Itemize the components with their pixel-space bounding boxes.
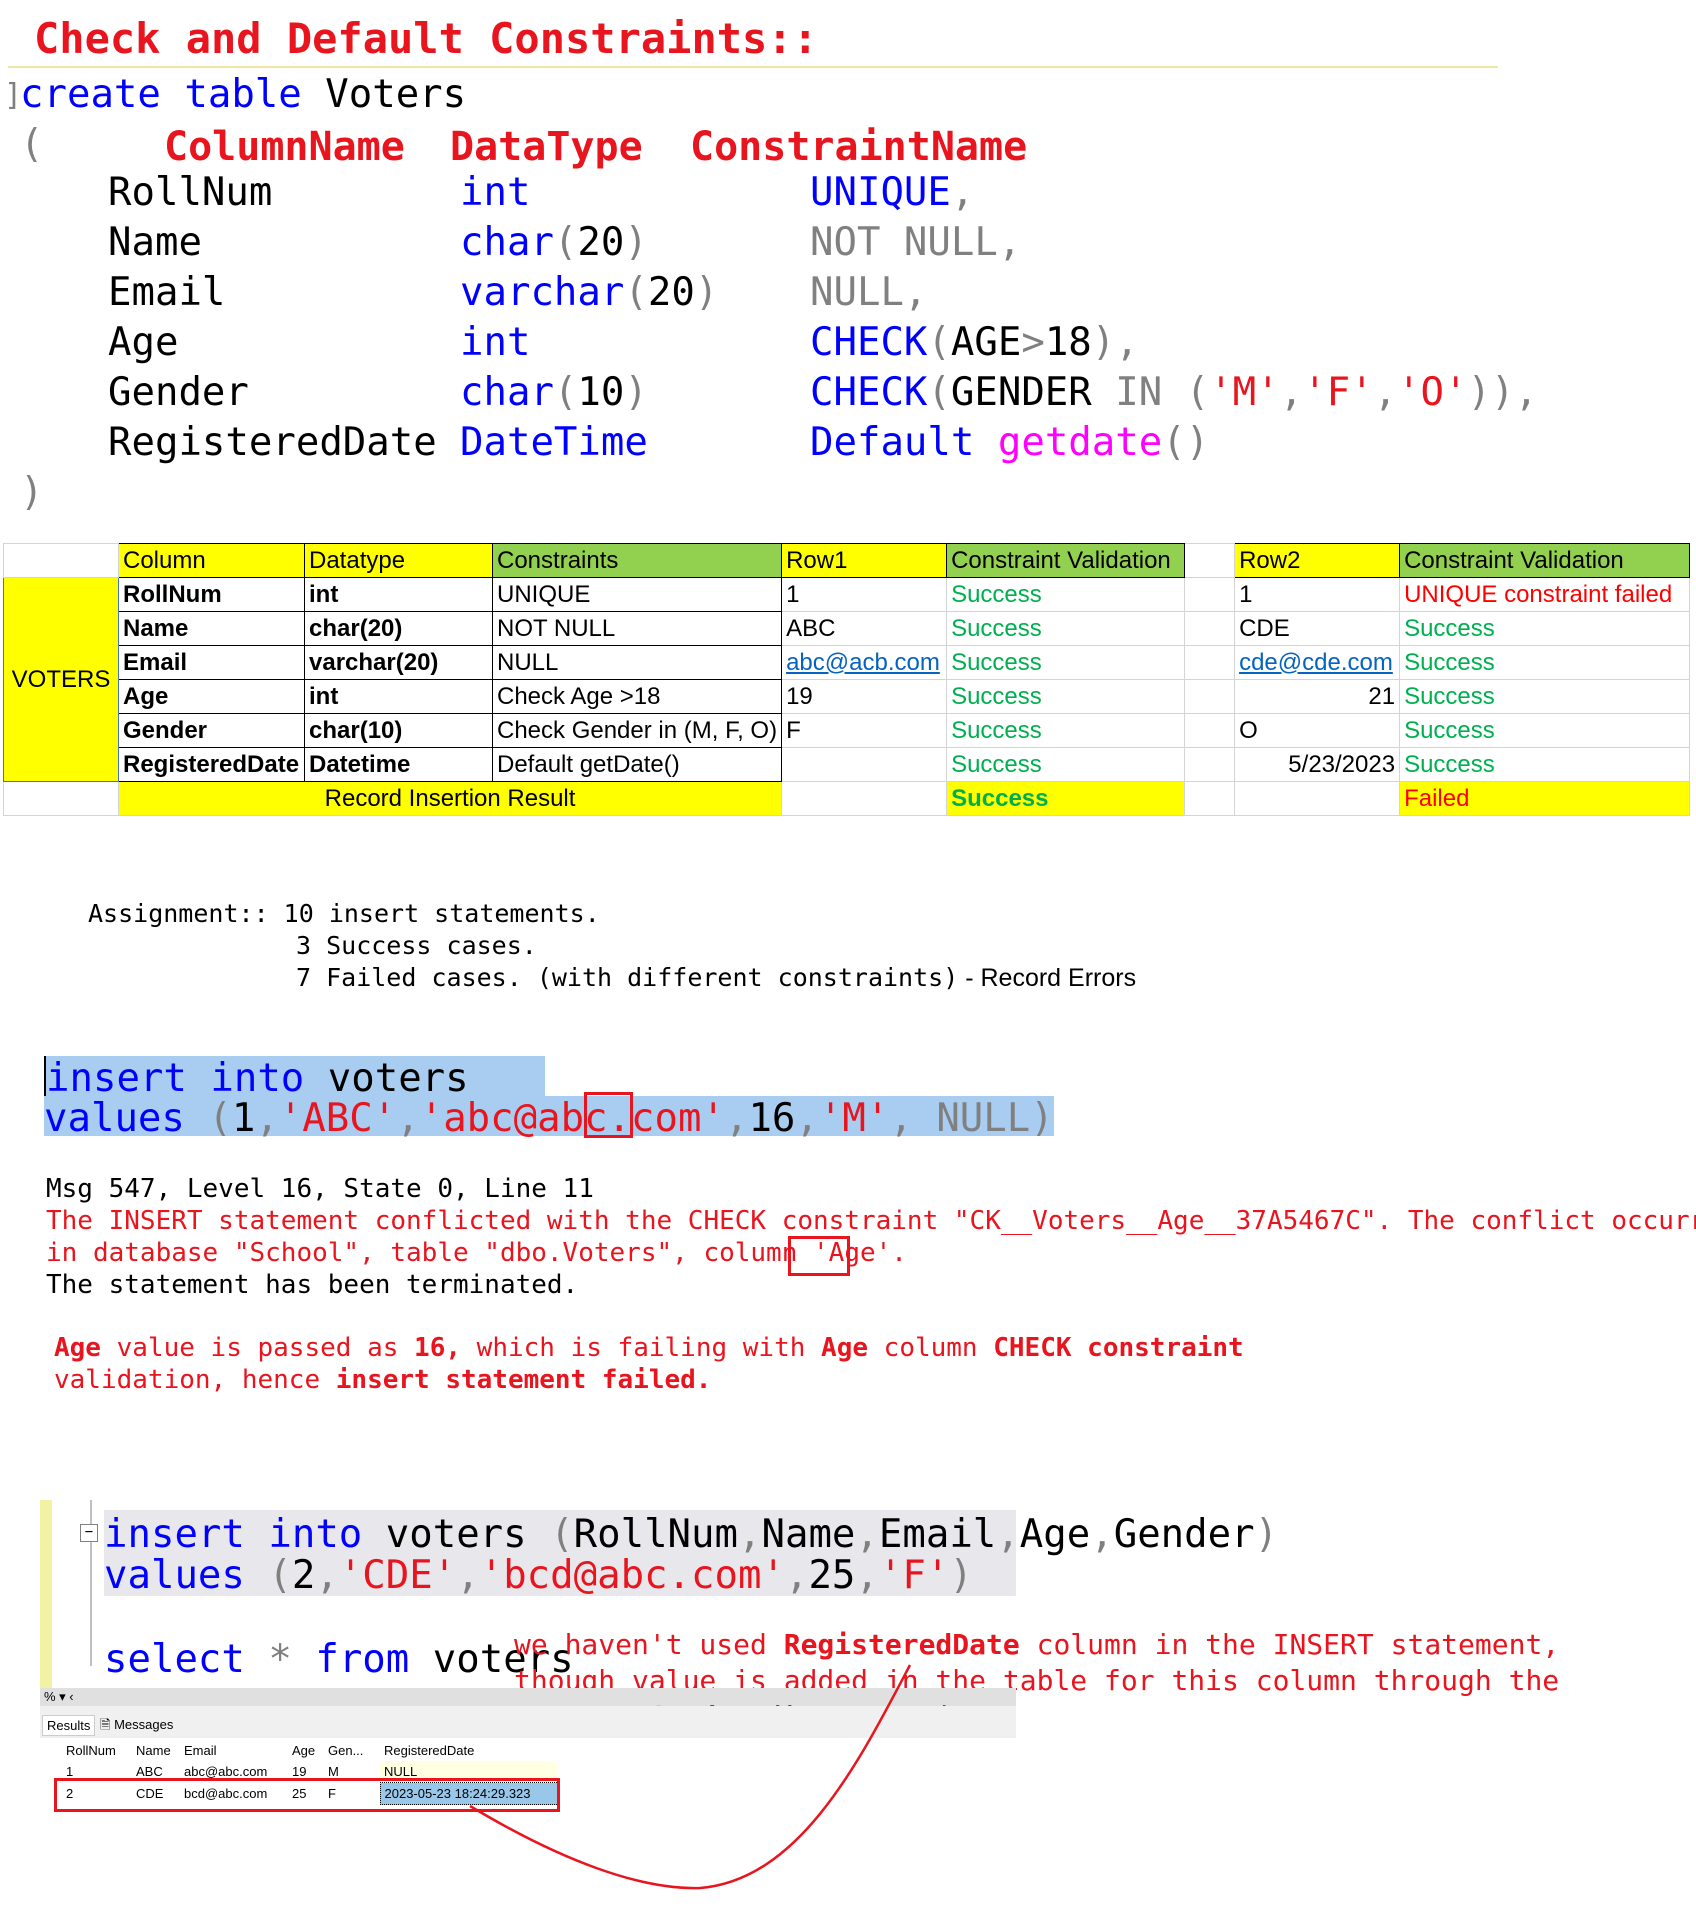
annotation-arrow [469,1664,912,1890]
